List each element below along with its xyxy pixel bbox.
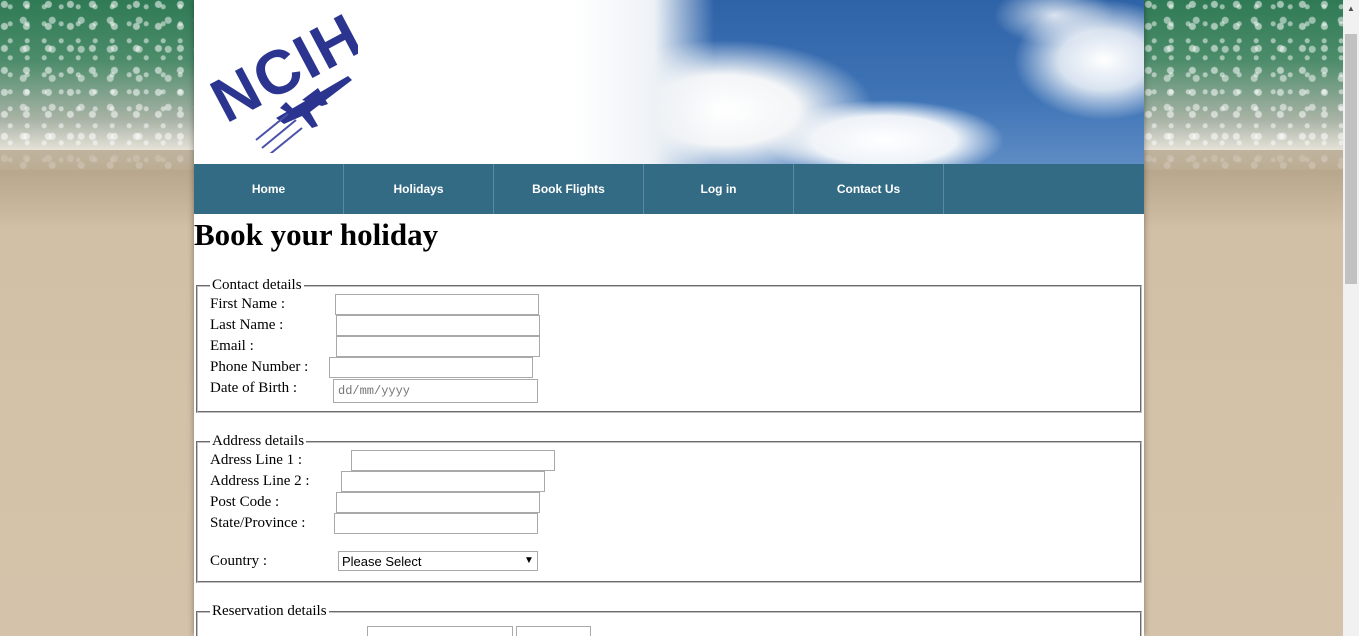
state-province-input[interactable] bbox=[334, 513, 538, 534]
address-line-2-label: Address Line 2 : bbox=[210, 473, 310, 489]
reservation-details-legend: Reservation details bbox=[212, 603, 327, 619]
country-select[interactable]: Please Select bbox=[338, 551, 538, 571]
page-container: NCIH Home Holidays Book Flights Log in C… bbox=[194, 0, 1144, 636]
date-of-birth-input[interactable] bbox=[333, 379, 538, 403]
last-name-input[interactable] bbox=[336, 315, 540, 336]
scroll-up-arrow-icon[interactable]: ▲ bbox=[1343, 0, 1359, 17]
header-banner: NCIH bbox=[194, 0, 1144, 164]
last-name-label: Last Name : bbox=[210, 317, 284, 333]
nav-holidays[interactable]: Holidays bbox=[344, 164, 494, 214]
main-nav: Home Holidays Book Flights Log in Contac… bbox=[194, 164, 1144, 214]
email-label: Email : bbox=[210, 338, 254, 354]
surf-foam-left bbox=[0, 0, 194, 170]
first-name-input[interactable] bbox=[335, 294, 539, 315]
contact-details-legend: Contact details bbox=[212, 277, 302, 293]
address-line-1-label: Adress Line 1 : bbox=[210, 452, 303, 468]
reservation-details-fieldset: Reservation details bbox=[196, 603, 1142, 636]
reservation-input-1[interactable] bbox=[367, 626, 513, 636]
page-title: Book your holiday bbox=[194, 217, 439, 252]
country-label: Country : bbox=[210, 553, 268, 569]
address-details-fieldset: Address details Adress Line 1 : Address … bbox=[196, 433, 1142, 583]
contact-details-fieldset: Contact details First Name : Last Name :… bbox=[196, 277, 1142, 413]
nav-log-in[interactable]: Log in bbox=[644, 164, 794, 214]
first-name-label: First Name : bbox=[210, 296, 285, 312]
email-input[interactable] bbox=[336, 336, 540, 357]
surf-foam-right bbox=[1144, 0, 1343, 170]
address-details-legend: Address details bbox=[212, 433, 305, 449]
nav-home[interactable]: Home bbox=[194, 164, 344, 214]
nav-contact-us[interactable]: Contact Us bbox=[794, 164, 944, 214]
address-line-1-input[interactable] bbox=[351, 450, 555, 471]
vertical-scrollbar[interactable]: ▲ bbox=[1343, 0, 1359, 636]
nav-book-flights[interactable]: Book Flights bbox=[494, 164, 644, 214]
beach-background-right bbox=[1144, 0, 1343, 636]
state-province-label: State/Province : bbox=[210, 515, 306, 531]
ncih-logo[interactable]: NCIH bbox=[198, 8, 358, 153]
chevron-down-icon: ▼ bbox=[524, 555, 534, 566]
scroll-thumb[interactable] bbox=[1345, 34, 1357, 284]
post-code-input[interactable] bbox=[336, 492, 540, 513]
sand-shadow-right bbox=[1144, 150, 1343, 230]
reservation-input-2[interactable] bbox=[516, 626, 591, 636]
sand-shadow-left bbox=[0, 150, 194, 230]
address-line-2-input[interactable] bbox=[341, 471, 545, 492]
phone-number-input[interactable] bbox=[329, 357, 533, 378]
post-code-label: Post Code : bbox=[210, 494, 280, 510]
date-of-birth-label: Date of Birth : bbox=[210, 380, 298, 396]
beach-background-left bbox=[0, 0, 194, 636]
phone-number-label: Phone Number : bbox=[210, 359, 309, 375]
